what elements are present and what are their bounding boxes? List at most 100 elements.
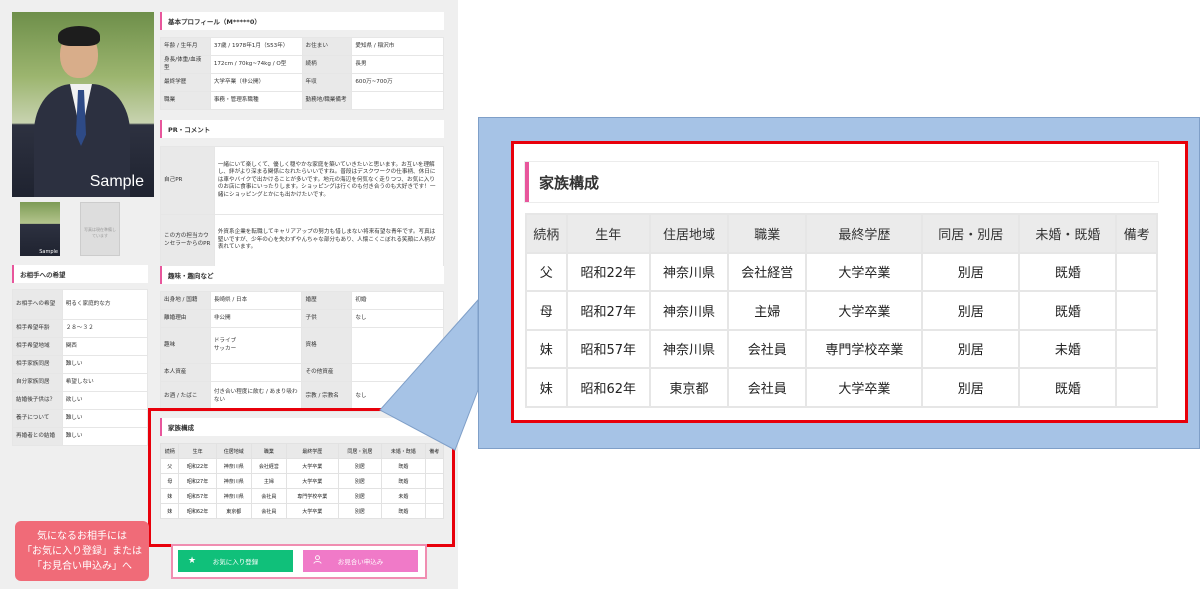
callout-note: 気になるお相手には 「お気に入り登録」または 「お見合い申込み」へ bbox=[15, 521, 149, 581]
field-label: 年齢 / 生年月 bbox=[160, 37, 211, 56]
table-cell: 大学卒業 bbox=[805, 290, 924, 331]
field-label: 趣味 bbox=[160, 327, 211, 364]
field-value: 難しい bbox=[61, 427, 149, 446]
partner-wish-table: お相手への希望 明るく家庭的な方 相手希望年齢 ２８～３２ 相手希望地域 関西 相手家族同居… bbox=[12, 289, 149, 446]
table-row: お相手への希望 明るく家庭的な方 bbox=[12, 289, 149, 320]
table-cell bbox=[1115, 251, 1158, 292]
table-cell: 神奈川県 bbox=[648, 290, 730, 331]
table-cell: 別居 bbox=[921, 367, 1021, 408]
table-cell: 東京都 bbox=[648, 367, 730, 408]
field-label: お住まい bbox=[301, 37, 353, 56]
table-cell bbox=[1115, 328, 1158, 369]
field-label: 養子について bbox=[12, 409, 63, 428]
field-value bbox=[351, 327, 444, 364]
table-row: 本人資産 その他資産 bbox=[160, 363, 444, 382]
sample-watermark: Sample bbox=[89, 173, 144, 190]
hobby-table: 出身地 / 国籍 長崎県 / 日本 婚歴 初婚 離婚理由 非公開 子供 なし 趣味 ドライブ サッカ… bbox=[160, 291, 444, 412]
field-label: 子供 bbox=[301, 309, 353, 328]
family-highlight-box bbox=[148, 408, 455, 547]
column-header: 同居・別居 bbox=[921, 213, 1021, 254]
pr-title: PR・コメント bbox=[160, 120, 444, 138]
field-value: 37歳 / 1978年1月（S53年） bbox=[209, 37, 303, 56]
field-label: 身長/体重/血液型 bbox=[160, 54, 211, 75]
field-value: 外資系企業を転職してキャリアアップの努力も惜しまない将来有望な青年です。写真は堅… bbox=[213, 214, 445, 267]
field-value: 長崎県 / 日本 bbox=[209, 291, 303, 310]
field-value: 長男 bbox=[351, 54, 444, 75]
user-icon bbox=[313, 555, 322, 567]
field-value: 希望しない bbox=[61, 373, 149, 392]
field-label: この方の担当カウンセラーからのPR bbox=[160, 214, 215, 267]
table-row: 相手希望年齢 ２８～３２ bbox=[12, 319, 149, 338]
column-header: 生年 bbox=[565, 213, 651, 254]
apply-button[interactable]: お見合い申込み bbox=[303, 550, 418, 572]
field-label: 婚歴 bbox=[301, 291, 353, 310]
basic-profile-title: 基本プロフィール（M*****0） bbox=[160, 12, 444, 30]
field-label: 相手希望年齢 bbox=[12, 319, 63, 338]
table-cell: 既婚 bbox=[1018, 251, 1118, 292]
field-label: 出身地 / 国籍 bbox=[160, 291, 211, 310]
field-label: 再婚者との結婚 bbox=[12, 427, 63, 446]
field-label: 離婚理由 bbox=[160, 309, 211, 328]
field-label: 最終学歴 bbox=[160, 73, 211, 93]
field-label: 結婚後子供は？ bbox=[12, 391, 63, 410]
field-value: 大学卒業（非公開） bbox=[209, 73, 303, 93]
table-row: 最終学歴 大学卒業（非公開） 年収 600万~700万 bbox=[160, 73, 444, 93]
field-label: 資格 bbox=[301, 327, 353, 364]
table-row: 身長/体重/血液型 172cm / 70kg~74kg / O型 続柄 長男 bbox=[160, 54, 444, 75]
field-value: 非公開 bbox=[209, 309, 303, 328]
table-cell: 未婚 bbox=[1018, 328, 1118, 369]
photo-thumbnail-1[interactable]: Sample bbox=[20, 202, 60, 256]
photo-thumbnail-2[interactable]: 写真は現在準備しています bbox=[80, 202, 120, 256]
field-label: 続柄 bbox=[301, 54, 353, 75]
table-cell: 会社員 bbox=[727, 328, 808, 369]
family-table-zoom: 続柄 生年 住居地域 職業 最終学歴 同居・別居 未婚・既婚 備考父昭和22年 神奈川県 会社経営… bbox=[525, 213, 1158, 408]
field-value: 172cm / 70kg~74kg / O型 bbox=[209, 54, 303, 75]
favorite-button[interactable]: ★ お気に入り登録 bbox=[178, 550, 293, 572]
table-cell: 昭和57年 bbox=[565, 328, 651, 369]
table-cell: 昭和27年 bbox=[565, 290, 651, 331]
table-cell: 昭和62年 bbox=[565, 367, 651, 408]
table-row: 年齢 / 生年月 37歳 / 1978年1月（S53年） お住まい 愛知県 / 稲沢市 bbox=[160, 37, 444, 56]
field-value: 難しい bbox=[61, 355, 149, 374]
table-cell: 主婦 bbox=[727, 290, 808, 331]
profile-photo[interactable]: Sample bbox=[12, 12, 154, 197]
star-icon: ★ bbox=[188, 556, 197, 566]
field-label: お相手への希望 bbox=[12, 289, 63, 320]
table-row: 離婚理由 非公開 子供 なし bbox=[160, 309, 444, 328]
table-row: 再婚者との結婚 難しい bbox=[12, 427, 149, 446]
table-row: 養子について 難しい bbox=[12, 409, 149, 428]
table-row: 相手家族同居 難しい bbox=[12, 355, 149, 374]
field-label: 本人資産 bbox=[160, 363, 211, 382]
partner-wish-title: お相手への希望 bbox=[12, 265, 148, 283]
table-cell: 既婚 bbox=[1018, 290, 1118, 331]
field-label: 勤務地/職業備考 bbox=[301, 91, 353, 111]
column-header: 最終学歴 bbox=[805, 213, 924, 254]
field-value bbox=[209, 363, 303, 382]
table-row: 妹昭和57年 神奈川県 会社員 専門学校卒業 別居 未婚 bbox=[525, 328, 1158, 369]
field-value: なし bbox=[351, 381, 444, 412]
field-value: 関西 bbox=[61, 337, 149, 356]
field-value: 事務・管理系職種 bbox=[209, 91, 303, 111]
table-row: 母昭和27年 神奈川県 主婦 大学卒業 別居 既婚 bbox=[525, 290, 1158, 331]
basic-profile-table: 年齢 / 生年月 37歳 / 1978年1月（S53年） お住まい 愛知県 / 稲沢市… bbox=[160, 37, 444, 111]
field-value bbox=[351, 91, 444, 111]
field-value: 付き合い程度に飲む / あまり吸わない bbox=[209, 381, 303, 412]
field-value: 一緒にいて楽しくて、優しく穏やかな家庭を築いていきたいと思います。お互いを理解し… bbox=[213, 146, 445, 215]
table-row: 出身地 / 国籍 長崎県 / 日本 婚歴 初婚 bbox=[160, 291, 444, 310]
field-value: 600万~700万 bbox=[351, 73, 444, 93]
column-header: 続柄 bbox=[525, 213, 568, 254]
field-value: 難しい bbox=[61, 409, 149, 428]
field-value: 明るく家庭的な方 bbox=[61, 289, 149, 320]
table-cell bbox=[1115, 367, 1158, 408]
field-label: その他資産 bbox=[301, 363, 353, 382]
table-row: 妹昭和62年 東京都 会社員 大学卒業 別居 既婚 bbox=[525, 367, 1158, 408]
table-cell: 大学卒業 bbox=[805, 251, 924, 292]
table-cell: 会社経営 bbox=[727, 251, 808, 292]
table-cell: 大学卒業 bbox=[805, 367, 924, 408]
column-header: 職業 bbox=[727, 213, 808, 254]
field-value bbox=[351, 363, 444, 382]
field-label: 相手家族同居 bbox=[12, 355, 63, 374]
table-cell: 別居 bbox=[921, 251, 1021, 292]
field-label: 年収 bbox=[301, 73, 353, 93]
table-cell: 妹 bbox=[525, 367, 568, 408]
